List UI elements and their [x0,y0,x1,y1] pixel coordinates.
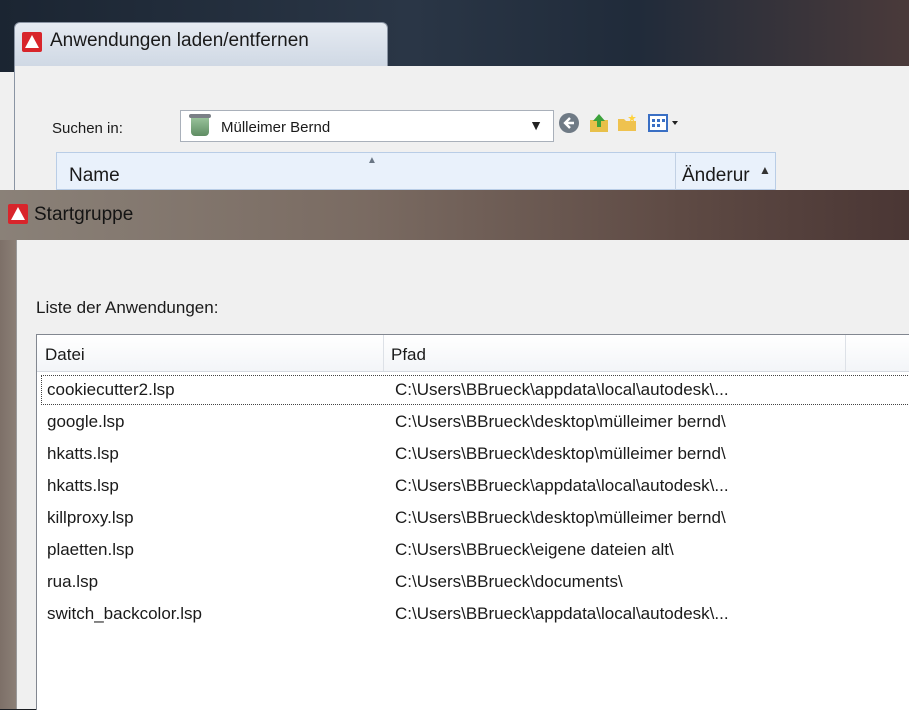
file-path: C:\Users\BBrueck\eigene dateien alt\ [395,540,674,559]
file-path: C:\Users\BBrueck\appdata\local\autodesk\… [395,476,729,495]
file-name: hkatts.lsp [47,476,119,495]
new-folder-icon[interactable] [614,112,640,138]
file-name: killproxy.lsp [47,508,134,527]
front-dialog-title: Startgruppe [34,204,134,225]
look-in-value: Mülleimer Bernd [221,119,331,136]
list-item[interactable]: switch_backcolor.lsp C:\Users\BBrueck\ap… [41,599,909,629]
column-header-name[interactable]: Name [69,165,120,187]
list-item[interactable]: plaetten.lsp C:\Users\BBrueck\eigene dat… [41,535,909,565]
file-path: C:\Users\BBrueck\desktop\mülleimer bernd… [395,444,726,463]
sort-ascending-icon: ▲ [367,155,377,166]
list-item[interactable]: rua.lsp C:\Users\BBrueck\documents\ [41,567,909,597]
file-name: plaetten.lsp [47,540,134,559]
column-header-modified[interactable]: Änderur [682,165,754,187]
list-item[interactable]: hkatts.lsp C:\Users\BBrueck\desktop\müll… [41,439,909,469]
window-frame [0,240,16,709]
column-separator[interactable] [675,153,676,191]
autocad-icon [22,32,42,52]
front-titlebar[interactable] [0,190,909,240]
startup-suite-dialog: Startgruppe Liste der Anwendungen: Datei… [0,190,909,710]
list-item[interactable]: killproxy.lsp C:\Users\BBrueck\desktop\m… [41,503,909,533]
back-dialog-title: Anwendungen laden/entfernen [50,30,309,51]
back-arrow-icon[interactable] [556,112,582,138]
load-unload-dialog: Anwendungen laden/entfernen Suchen in: M… [0,0,909,191]
file-path: C:\Users\BBrueck\appdata\local\autodesk\… [395,604,729,623]
file-name: google.lsp [47,412,125,431]
look-in-combobox[interactable]: Mülleimer Bernd ▼ [180,110,554,142]
list-item[interactable]: google.lsp C:\Users\BBrueck\desktop\müll… [41,407,909,437]
up-folder-icon[interactable] [586,112,612,138]
views-menu-icon[interactable] [646,112,686,138]
column-header-path[interactable]: Pfad [391,345,426,365]
chevron-down-icon: ▼ [529,117,543,133]
look-in-label: Suchen in: [52,120,123,137]
column-separator[interactable] [383,335,384,371]
file-name: switch_backcolor.lsp [47,604,202,623]
file-path: C:\Users\BBrueck\appdata\local\autodesk\… [395,380,729,399]
file-path: C:\Users\BBrueck\desktop\mülleimer bernd… [395,508,726,527]
file-name: rua.lsp [47,572,99,591]
recycle-bin-icon [189,114,211,136]
back-file-list-header: Name ▲ Änderur ▲ [56,152,776,191]
scroll-up-icon[interactable]: ▲ [759,163,771,177]
file-name: hkatts.lsp [47,444,119,463]
application-list[interactable]: Datei Pfad cookiecutter2.lsp C:\Users\BB… [36,334,909,710]
file-path: C:\Users\BBrueck\documents\ [395,572,623,591]
column-separator[interactable] [845,335,846,371]
list-item[interactable]: hkatts.lsp C:\Users\BBrueck\appdata\loca… [41,471,909,501]
application-list-label: Liste der Anwendungen: [36,298,219,317]
autocad-icon [8,204,28,224]
column-header-file[interactable]: Datei [45,345,85,365]
file-name: cookiecutter2.lsp [47,380,175,399]
application-list-header: Datei Pfad [37,335,909,372]
file-path: C:\Users\BBrueck\desktop\mülleimer bernd… [395,412,726,431]
list-item[interactable]: cookiecutter2.lsp C:\Users\BBrueck\appda… [41,375,909,405]
